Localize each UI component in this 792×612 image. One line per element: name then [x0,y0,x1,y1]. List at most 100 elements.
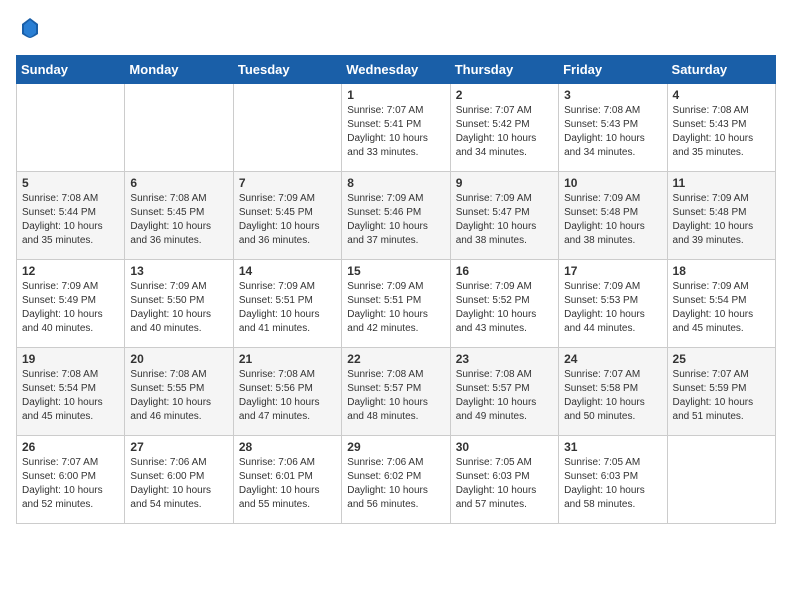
day-number: 31 [564,440,661,454]
day-number: 3 [564,88,661,102]
calendar-cell: 23 Sunrise: 7:08 AMSunset: 5:57 PMDaylig… [450,348,558,436]
day-number: 1 [347,88,444,102]
col-sunday: Sunday [17,56,125,84]
cell-info: Sunrise: 7:09 AMSunset: 5:53 PMDaylight:… [564,280,661,336]
col-tuesday: Tuesday [233,56,341,84]
cell-info: Sunrise: 7:07 AMSunset: 5:42 PMDaylight:… [456,104,553,160]
cell-info: Sunrise: 7:09 AMSunset: 5:45 PMDaylight:… [239,192,336,248]
day-number: 13 [130,264,227,278]
col-friday: Friday [559,56,667,84]
cell-info: Sunrise: 7:08 AMSunset: 5:43 PMDaylight:… [673,104,770,160]
day-number: 2 [456,88,553,102]
day-number: 30 [456,440,553,454]
calendar-cell [17,84,125,172]
logo [16,16,42,45]
cell-info: Sunrise: 7:06 AMSunset: 6:02 PMDaylight:… [347,456,444,512]
calendar-cell: 18 Sunrise: 7:09 AMSunset: 5:54 PMDaylig… [667,260,775,348]
cell-info: Sunrise: 7:08 AMSunset: 5:57 PMDaylight:… [347,368,444,424]
day-number: 7 [239,176,336,190]
cell-info: Sunrise: 7:06 AMSunset: 6:01 PMDaylight:… [239,456,336,512]
calendar-cell [667,436,775,524]
cell-info: Sunrise: 7:09 AMSunset: 5:54 PMDaylight:… [673,280,770,336]
day-number: 9 [456,176,553,190]
calendar-cell: 17 Sunrise: 7:09 AMSunset: 5:53 PMDaylig… [559,260,667,348]
day-number: 28 [239,440,336,454]
cell-info: Sunrise: 7:09 AMSunset: 5:51 PMDaylight:… [239,280,336,336]
calendar-cell: 24 Sunrise: 7:07 AMSunset: 5:58 PMDaylig… [559,348,667,436]
calendar-week-row: 12 Sunrise: 7:09 AMSunset: 5:49 PMDaylig… [17,260,776,348]
cell-info: Sunrise: 7:09 AMSunset: 5:46 PMDaylight:… [347,192,444,248]
calendar-week-row: 1 Sunrise: 7:07 AMSunset: 5:41 PMDayligh… [17,84,776,172]
day-number: 18 [673,264,770,278]
calendar-table: Sunday Monday Tuesday Wednesday Thursday… [16,55,776,524]
calendar-week-row: 19 Sunrise: 7:08 AMSunset: 5:54 PMDaylig… [17,348,776,436]
calendar-cell: 14 Sunrise: 7:09 AMSunset: 5:51 PMDaylig… [233,260,341,348]
cell-info: Sunrise: 7:05 AMSunset: 6:03 PMDaylight:… [456,456,553,512]
cell-info: Sunrise: 7:09 AMSunset: 5:50 PMDaylight:… [130,280,227,336]
cell-info: Sunrise: 7:06 AMSunset: 6:00 PMDaylight:… [130,456,227,512]
cell-info: Sunrise: 7:08 AMSunset: 5:44 PMDaylight:… [22,192,119,248]
day-number: 11 [673,176,770,190]
calendar-week-row: 5 Sunrise: 7:08 AMSunset: 5:44 PMDayligh… [17,172,776,260]
calendar-cell: 21 Sunrise: 7:08 AMSunset: 5:56 PMDaylig… [233,348,341,436]
day-number: 24 [564,352,661,366]
cell-info: Sunrise: 7:07 AMSunset: 5:58 PMDaylight:… [564,368,661,424]
day-number: 17 [564,264,661,278]
day-number: 5 [22,176,119,190]
calendar-header-row: Sunday Monday Tuesday Wednesday Thursday… [17,56,776,84]
calendar-cell: 7 Sunrise: 7:09 AMSunset: 5:45 PMDayligh… [233,172,341,260]
calendar-cell: 3 Sunrise: 7:08 AMSunset: 5:43 PMDayligh… [559,84,667,172]
calendar-cell: 28 Sunrise: 7:06 AMSunset: 6:01 PMDaylig… [233,436,341,524]
calendar-cell: 30 Sunrise: 7:05 AMSunset: 6:03 PMDaylig… [450,436,558,524]
cell-info: Sunrise: 7:09 AMSunset: 5:48 PMDaylight:… [673,192,770,248]
calendar-cell: 31 Sunrise: 7:05 AMSunset: 6:03 PMDaylig… [559,436,667,524]
calendar-cell: 13 Sunrise: 7:09 AMSunset: 5:50 PMDaylig… [125,260,233,348]
day-number: 25 [673,352,770,366]
logo-icon [18,16,42,40]
cell-info: Sunrise: 7:07 AMSunset: 6:00 PMDaylight:… [22,456,119,512]
calendar-cell: 6 Sunrise: 7:08 AMSunset: 5:45 PMDayligh… [125,172,233,260]
day-number: 12 [22,264,119,278]
calendar-cell: 22 Sunrise: 7:08 AMSunset: 5:57 PMDaylig… [342,348,450,436]
cell-info: Sunrise: 7:08 AMSunset: 5:54 PMDaylight:… [22,368,119,424]
calendar-cell [233,84,341,172]
day-number: 19 [22,352,119,366]
cell-info: Sunrise: 7:09 AMSunset: 5:52 PMDaylight:… [456,280,553,336]
col-wednesday: Wednesday [342,56,450,84]
day-number: 6 [130,176,227,190]
cell-info: Sunrise: 7:08 AMSunset: 5:45 PMDaylight:… [130,192,227,248]
cell-info: Sunrise: 7:05 AMSunset: 6:03 PMDaylight:… [564,456,661,512]
cell-info: Sunrise: 7:08 AMSunset: 5:56 PMDaylight:… [239,368,336,424]
day-number: 8 [347,176,444,190]
calendar-cell: 5 Sunrise: 7:08 AMSunset: 5:44 PMDayligh… [17,172,125,260]
cell-info: Sunrise: 7:09 AMSunset: 5:49 PMDaylight:… [22,280,119,336]
col-saturday: Saturday [667,56,775,84]
calendar-cell: 29 Sunrise: 7:06 AMSunset: 6:02 PMDaylig… [342,436,450,524]
calendar-cell [125,84,233,172]
day-number: 14 [239,264,336,278]
day-number: 27 [130,440,227,454]
day-number: 29 [347,440,444,454]
calendar-cell: 20 Sunrise: 7:08 AMSunset: 5:55 PMDaylig… [125,348,233,436]
page-header [16,16,776,45]
day-number: 16 [456,264,553,278]
col-monday: Monday [125,56,233,84]
cell-info: Sunrise: 7:08 AMSunset: 5:55 PMDaylight:… [130,368,227,424]
calendar-cell: 9 Sunrise: 7:09 AMSunset: 5:47 PMDayligh… [450,172,558,260]
day-number: 4 [673,88,770,102]
calendar-cell: 10 Sunrise: 7:09 AMSunset: 5:48 PMDaylig… [559,172,667,260]
calendar-cell: 12 Sunrise: 7:09 AMSunset: 5:49 PMDaylig… [17,260,125,348]
calendar-cell: 25 Sunrise: 7:07 AMSunset: 5:59 PMDaylig… [667,348,775,436]
calendar-cell: 19 Sunrise: 7:08 AMSunset: 5:54 PMDaylig… [17,348,125,436]
day-number: 26 [22,440,119,454]
calendar-cell: 11 Sunrise: 7:09 AMSunset: 5:48 PMDaylig… [667,172,775,260]
col-thursday: Thursday [450,56,558,84]
calendar-cell: 16 Sunrise: 7:09 AMSunset: 5:52 PMDaylig… [450,260,558,348]
cell-info: Sunrise: 7:08 AMSunset: 5:57 PMDaylight:… [456,368,553,424]
calendar-cell: 4 Sunrise: 7:08 AMSunset: 5:43 PMDayligh… [667,84,775,172]
cell-info: Sunrise: 7:09 AMSunset: 5:47 PMDaylight:… [456,192,553,248]
day-number: 23 [456,352,553,366]
calendar-week-row: 26 Sunrise: 7:07 AMSunset: 6:00 PMDaylig… [17,436,776,524]
calendar-cell: 2 Sunrise: 7:07 AMSunset: 5:42 PMDayligh… [450,84,558,172]
calendar-cell: 8 Sunrise: 7:09 AMSunset: 5:46 PMDayligh… [342,172,450,260]
